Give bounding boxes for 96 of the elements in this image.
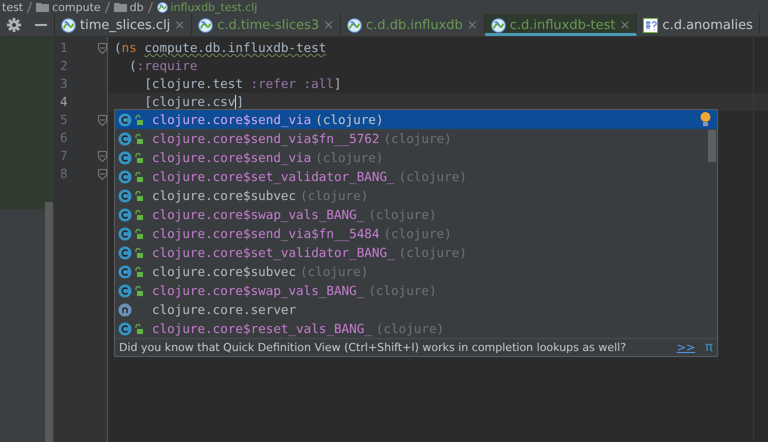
line-number: 2 bbox=[60, 57, 69, 75]
completion-name: clojure.core.server bbox=[152, 302, 296, 317]
completion-name: clojure.core$subvec bbox=[152, 188, 296, 203]
completion-name: clojure.core$send_via$fn__5484 bbox=[152, 226, 380, 241]
tab-label: c.d.influxdb-test bbox=[510, 18, 616, 32]
close-icon[interactable]: × bbox=[174, 18, 186, 32]
class-icon bbox=[118, 132, 132, 146]
path-separator bbox=[27, 2, 32, 12]
line-number: 4 bbox=[60, 93, 69, 111]
class-icon bbox=[118, 226, 132, 240]
code-text: compute.db.influxdb-test bbox=[144, 40, 326, 55]
lock-icon bbox=[134, 152, 143, 162]
line-number: 5 bbox=[60, 111, 69, 129]
class-icon bbox=[118, 170, 132, 184]
lock-icon bbox=[134, 134, 143, 144]
editor-tab[interactable]: time_slices.clj × bbox=[55, 14, 192, 36]
path-separator bbox=[104, 2, 110, 12]
completion-name: clojure.core$send_via bbox=[152, 112, 312, 127]
lock-icon bbox=[134, 228, 143, 238]
path-separator bbox=[148, 2, 153, 12]
more-link[interactable]: >> bbox=[676, 341, 696, 354]
fold-marker-icon[interactable] bbox=[98, 42, 107, 54]
fold-marker-icon[interactable] bbox=[98, 114, 107, 126]
class-icon bbox=[118, 284, 132, 298]
code-text: ( bbox=[128, 58, 137, 73]
lock-icon bbox=[134, 324, 143, 334]
breadcrumb-item[interactable]: db bbox=[130, 0, 144, 14]
folder-icon bbox=[36, 2, 50, 12]
tab-label: c.d.anomalies bbox=[662, 18, 753, 32]
lightbulb-icon[interactable] bbox=[700, 112, 711, 126]
lock-icon bbox=[134, 266, 143, 276]
editor-tab[interactable]: c.d.anomalies bbox=[637, 14, 760, 36]
close-icon[interactable]: × bbox=[323, 18, 334, 32]
close-icon[interactable]: × bbox=[620, 18, 630, 32]
completion-name: clojure.core$swap_vals_BANG_ bbox=[152, 283, 364, 298]
breadcrumb-item[interactable]: compute bbox=[52, 0, 101, 14]
code-text: ] bbox=[236, 94, 244, 109]
code-text: ns bbox=[122, 40, 138, 55]
lock-icon bbox=[134, 248, 143, 258]
class-icon bbox=[118, 112, 132, 126]
clojure-file-icon bbox=[347, 18, 362, 32]
completion-name: clojure.core$subvec bbox=[152, 264, 296, 279]
code-text: [clojure.csv bbox=[143, 94, 236, 109]
folder-icon bbox=[114, 2, 127, 12]
clojure-file-icon bbox=[61, 18, 76, 32]
completion-name: clojure.core$reset_vals_BANG_ bbox=[152, 321, 372, 336]
code-text: :refer :all bbox=[250, 76, 334, 91]
editor-tab[interactable]: c.d.time-slices3 × bbox=[192, 14, 342, 36]
scrollbar-thumb[interactable] bbox=[45, 202, 53, 442]
completion-name: clojure.core$set_validator_BANG_ bbox=[152, 245, 395, 260]
code-text: ] bbox=[334, 76, 342, 91]
breadcrumb-item[interactable]: influxdb_test.clj bbox=[170, 0, 258, 14]
breadcrumb-item[interactable]: test bbox=[2, 0, 24, 14]
scrollbar-thumb[interactable] bbox=[708, 130, 716, 162]
clojure-file-icon bbox=[198, 18, 214, 32]
clojure-file-icon bbox=[156, 2, 168, 12]
close-icon[interactable]: × bbox=[466, 18, 478, 32]
class-icon bbox=[118, 246, 132, 260]
clojure-file-icon bbox=[490, 18, 506, 32]
class-icon bbox=[118, 322, 132, 336]
code-text: :require bbox=[136, 58, 198, 73]
tab-label: time_slices.clj bbox=[80, 18, 170, 32]
class-icon bbox=[118, 188, 132, 202]
lock-icon bbox=[134, 190, 143, 200]
completion-item[interactable]: clojure.core.server bbox=[115, 300, 717, 319]
lock-icon bbox=[134, 286, 143, 296]
completion-name: clojure.core$send_via$fn__5762 bbox=[152, 131, 380, 146]
fold-marker-icon[interactable] bbox=[98, 150, 107, 162]
class-icon bbox=[118, 208, 132, 222]
lock-icon bbox=[134, 210, 143, 220]
line-number: 1 bbox=[60, 39, 69, 57]
class-icon bbox=[118, 150, 132, 164]
completion-item[interactable]: clojure.core$send_via (clojure) bbox=[115, 110, 717, 129]
line-number: 3 bbox=[60, 75, 69, 93]
settings-icon[interactable] bbox=[7, 18, 21, 32]
class-icon bbox=[118, 264, 132, 278]
line-number: 6 bbox=[60, 129, 69, 147]
tab-label: c.d.db.influxdb bbox=[366, 18, 463, 32]
package-hint: (clojure) bbox=[315, 112, 384, 127]
pi-symbol[interactable]: π bbox=[705, 340, 713, 355]
completion-name: clojure.core$swap_vals_BANG_ bbox=[152, 207, 364, 222]
completion-name: clojure.core$set_validator_BANG_ bbox=[152, 169, 395, 184]
tab-label: c.d.time-slices3 bbox=[217, 18, 320, 32]
lock-icon bbox=[134, 172, 143, 182]
tip-text: Did you know that Quick Definition View (Ctrl+Shift+I) works in completion lookups as well? bbox=[119, 341, 628, 354]
line-number: 8 bbox=[60, 165, 69, 183]
code-text: [clojure.test bbox=[143, 76, 244, 91]
completion-name: clojure.core$send_via bbox=[152, 150, 312, 165]
namespace-icon bbox=[118, 302, 132, 316]
fold-marker-icon[interactable] bbox=[98, 168, 107, 180]
editor-tab[interactable]: c.d.influxdb-test × bbox=[484, 14, 638, 36]
regex-file-icon bbox=[643, 18, 658, 32]
lock-icon bbox=[134, 114, 143, 124]
editor-tab[interactable]: c.d.db.influxdb × bbox=[341, 14, 485, 36]
line-number: 7 bbox=[60, 147, 69, 165]
code-text: ( bbox=[114, 40, 122, 55]
